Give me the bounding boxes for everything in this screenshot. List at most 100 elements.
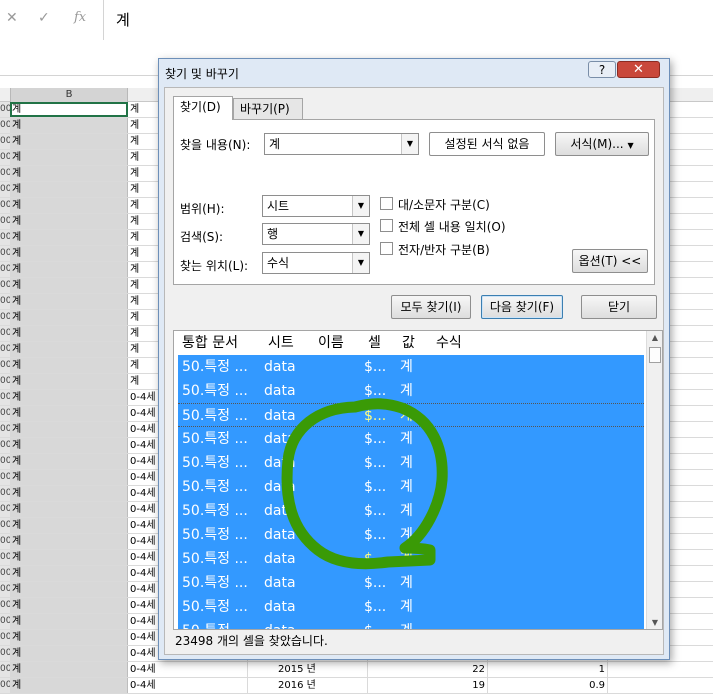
column-header-cell[interactable]: 셀: [368, 331, 381, 355]
column-header-formula[interactable]: 수식: [436, 331, 462, 355]
result-row[interactable]: 50.특정 ... data $... 계: [178, 475, 644, 499]
chevron-down-icon[interactable]: ▼: [352, 224, 369, 244]
cell-f[interactable]: 1: [488, 662, 608, 677]
cell-b[interactable]: 계: [10, 518, 128, 533]
cell-c[interactable]: 0-4세: [128, 678, 248, 693]
scroll-thumb[interactable]: [649, 347, 661, 363]
cell-b[interactable]: 계: [10, 502, 128, 517]
result-row[interactable]: 50.특정 ... data $... 계: [178, 379, 644, 403]
result-row[interactable]: 50.특정 ... data $... 계: [178, 523, 644, 547]
cell-b[interactable]: 계: [10, 614, 128, 629]
cell-b[interactable]: 계: [10, 662, 128, 677]
function-icon[interactable]: fx: [74, 10, 86, 25]
cell-d[interactable]: 2016 년: [248, 678, 368, 693]
cell-b[interactable]: 계: [10, 134, 128, 149]
chevron-down-icon[interactable]: ▼: [352, 253, 369, 273]
cell-b[interactable]: 계: [10, 342, 128, 357]
result-row[interactable]: 50.특정 ... data $... 계: [178, 427, 644, 451]
column-header-sheet[interactable]: 시트: [268, 331, 294, 355]
cell-b[interactable]: 계: [10, 246, 128, 261]
cell-b[interactable]: 계: [10, 646, 128, 661]
cell-b[interactable]: 계: [10, 262, 128, 277]
match-case-checkbox[interactable]: [380, 197, 393, 210]
scroll-down-icon[interactable]: ▼: [647, 616, 662, 629]
cell-b[interactable]: 계: [10, 118, 128, 133]
status-text: 23498 개의 셀을 찾았습니다.: [175, 634, 328, 648]
cell-b[interactable]: 계: [10, 390, 128, 405]
cell-b[interactable]: 계: [10, 598, 128, 613]
cell-b[interactable]: 계: [10, 182, 128, 197]
cell-b[interactable]: 계: [10, 198, 128, 213]
chevron-down-icon[interactable]: ▼: [352, 196, 369, 216]
match-entire-checkbox[interactable]: [380, 219, 393, 232]
cell-b[interactable]: 계: [10, 582, 128, 597]
cell-c[interactable]: 0-4세: [128, 662, 248, 677]
result-row[interactable]: 50.특정 ... data $... 계: [178, 595, 644, 619]
cell-e[interactable]: 19: [368, 678, 488, 693]
chevron-down-icon[interactable]: ▼: [401, 134, 418, 154]
find-next-button[interactable]: 다음 찾기(F): [481, 295, 563, 319]
result-row[interactable]: 50.특정 ... data $... 계: [178, 547, 644, 571]
within-select[interactable]: 시트 ▼: [262, 195, 370, 217]
format-button[interactable]: 서식(M)... ▼: [555, 132, 649, 156]
cell-b[interactable]: 계: [10, 358, 128, 373]
cell-b[interactable]: 계: [10, 630, 128, 645]
scroll-up-icon[interactable]: ▲: [647, 331, 662, 345]
cell-b[interactable]: 계: [10, 166, 128, 181]
cell-b[interactable]: 계: [10, 214, 128, 229]
result-row[interactable]: 50.특정 ... data $... 계: [178, 451, 644, 475]
result-row[interactable]: 50.특정 ... data $... 계: [178, 619, 644, 629]
result-row[interactable]: 50.특정 ... data $... 계: [178, 355, 644, 379]
tab-replace[interactable]: 바꾸기(P): [233, 98, 303, 120]
search-select[interactable]: 행 ▼: [262, 223, 370, 245]
cell-b[interactable]: 계: [10, 406, 128, 421]
cell-b[interactable]: 계: [10, 102, 128, 117]
column-header-name[interactable]: 이름: [318, 331, 344, 355]
options-button[interactable]: 옵션(T) <<: [572, 249, 648, 273]
find-all-button[interactable]: 모두 찾기(I): [391, 295, 471, 319]
cell-b[interactable]: 계: [10, 566, 128, 581]
cell-b[interactable]: 계: [10, 326, 128, 341]
match-byte-checkbox[interactable]: [380, 242, 393, 255]
result-workbook: 50.특정 ...: [182, 383, 248, 399]
cell-b[interactable]: 계: [10, 678, 128, 693]
cell-b[interactable]: 계: [10, 550, 128, 565]
column-header-workbook[interactable]: 통합 문서: [182, 331, 238, 355]
cell-b[interactable]: 계: [10, 422, 128, 437]
formula-input[interactable]: 계: [116, 9, 130, 30]
result-sheet: data: [264, 575, 296, 591]
help-button[interactable]: ?: [588, 61, 616, 78]
result-value: 계: [400, 527, 413, 543]
look-in-select[interactable]: 수식 ▼: [262, 252, 370, 274]
cell-b[interactable]: 계: [10, 230, 128, 245]
cell-b[interactable]: 계: [10, 534, 128, 549]
cell-b[interactable]: 계: [10, 438, 128, 453]
cell-b[interactable]: 계: [10, 454, 128, 469]
results-scrollbar[interactable]: ▲ ▼: [646, 331, 662, 629]
cell-b[interactable]: 계: [10, 278, 128, 293]
chevron-down-icon: ▼: [627, 141, 634, 150]
cell-f[interactable]: 0.9: [488, 678, 608, 693]
column-header-b[interactable]: B: [10, 88, 128, 102]
cell-b[interactable]: 계: [10, 486, 128, 501]
cell-d[interactable]: 2015 년: [248, 662, 368, 677]
enter-icon[interactable]: ✓: [38, 10, 50, 26]
results-list[interactable]: 통합 문서 시트 이름 셀 값 수식 50.특정 ... data $... 계 50.…: [173, 330, 663, 630]
column-header-value[interactable]: 값: [402, 331, 415, 355]
result-row[interactable]: 50.특정 ... data $... 계: [178, 499, 644, 523]
row-number: 00: [0, 502, 10, 517]
cancel-icon[interactable]: ✕: [6, 10, 18, 26]
close-button[interactable]: 닫기: [581, 295, 657, 319]
cell-b[interactable]: 계: [10, 470, 128, 485]
close-icon[interactable]: ✕: [617, 61, 660, 78]
result-row[interactable]: 50.특정 ... data $... 계: [178, 403, 644, 427]
result-workbook: 50.특정 ...: [182, 455, 248, 471]
cell-b[interactable]: 계: [10, 374, 128, 389]
tab-find[interactable]: 찾기(D): [173, 96, 233, 120]
cell-b[interactable]: 계: [10, 294, 128, 309]
cell-e[interactable]: 22: [368, 662, 488, 677]
result-row[interactable]: 50.특정 ... data $... 계: [178, 571, 644, 595]
find-what-input[interactable]: 계 ▼: [264, 133, 419, 155]
cell-b[interactable]: 계: [10, 310, 128, 325]
cell-b[interactable]: 계: [10, 150, 128, 165]
